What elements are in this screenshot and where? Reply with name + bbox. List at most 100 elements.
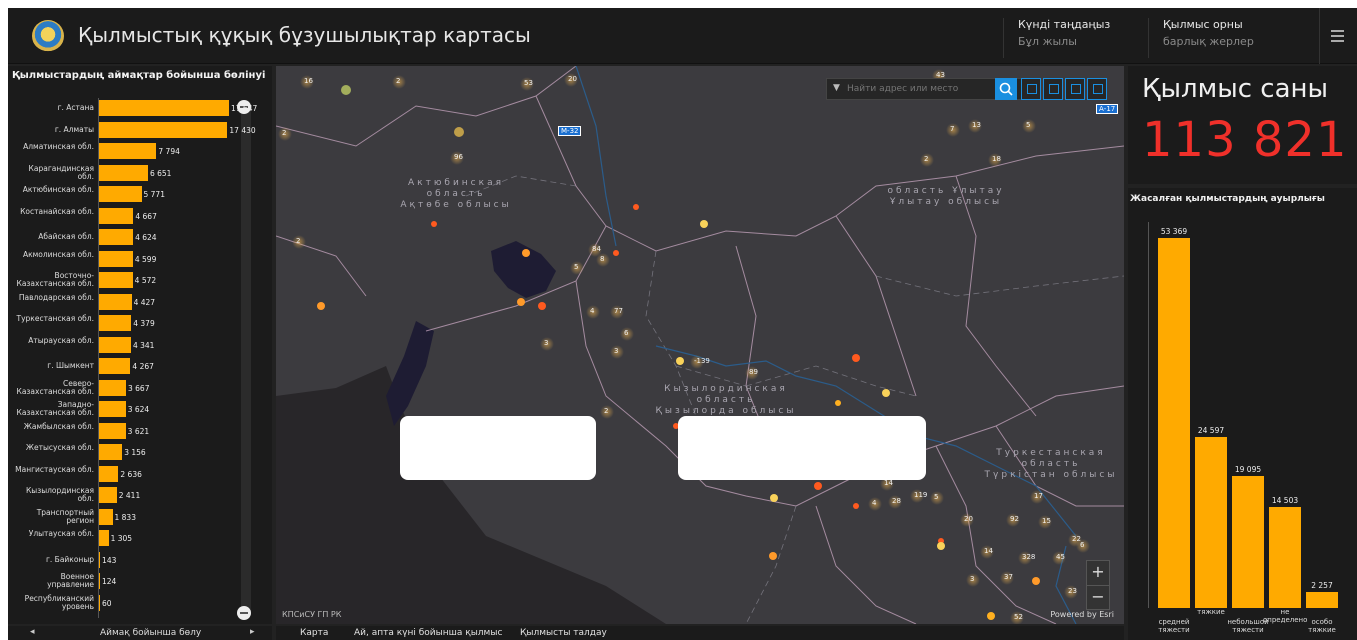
left-panel-footer: ◂ Аймақ бойынша бөлу ▸ <box>8 626 272 640</box>
cluster-count: 14 <box>984 547 993 555</box>
place-filter[interactable]: Қылмыс орны барлық жерлер <box>1148 18 1318 58</box>
region-bar-value: 4 599 <box>134 254 157 264</box>
region-bar-value: 2 636 <box>120 469 142 479</box>
header-bar: Қылмыстық құқық бұзушылықтар картасы Күн… <box>8 8 1357 64</box>
home-icon[interactable] <box>1021 78 1041 100</box>
crime-map[interactable]: Актюбинская область Ақтөбе облысы област… <box>276 66 1124 624</box>
cluster-count: 4 <box>872 499 877 507</box>
cluster-count: 84 <box>592 245 601 253</box>
region-bar-value: 3 156 <box>124 448 146 457</box>
region-bar-label: Жетысуская обл. <box>25 443 94 452</box>
cluster-count: 53 <box>524 79 533 87</box>
severity-category-label: средней тяжести <box>1158 618 1190 634</box>
zoom-in-button[interactable]: + <box>1087 561 1109 585</box>
hamburger-menu-icon[interactable] <box>1319 8 1353 64</box>
region-bar[interactable] <box>99 444 123 460</box>
region-bar[interactable] <box>99 186 142 202</box>
region-bar[interactable] <box>99 272 133 288</box>
severity-bar[interactable] <box>1195 437 1227 608</box>
cluster-count: 18 <box>992 155 1001 163</box>
region-bar[interactable] <box>99 573 100 589</box>
severity-bar[interactable] <box>1158 238 1190 608</box>
layers-icon[interactable] <box>1065 78 1085 100</box>
region-bar[interactable] <box>99 336 131 353</box>
region-bar-label: Костанайская обл. <box>20 206 94 216</box>
tab-crime-analysis[interactable]: Қылмысты талдау <box>520 628 607 638</box>
crime-count-title: Қылмыс саны <box>1142 74 1329 104</box>
region-bar[interactable] <box>99 250 133 267</box>
region-bar[interactable] <box>99 143 157 159</box>
region-bar-value: 60 <box>102 598 112 608</box>
cluster-count: 5 <box>1026 121 1031 129</box>
region-bar-label: г. Байконыр <box>45 554 94 564</box>
cluster-count: 13 <box>972 121 981 129</box>
zoom-control: + − <box>1086 560 1110 610</box>
region-bar[interactable] <box>99 121 228 138</box>
region-bar[interactable] <box>99 100 229 116</box>
region-bar[interactable] <box>99 293 132 310</box>
region-bar-label: Карагандинская обл. <box>28 163 94 181</box>
region-bar-label: Военное управление <box>47 572 94 589</box>
cluster-count: 119 <box>914 491 928 499</box>
cluster-count: 3 <box>614 347 619 355</box>
date-filter[interactable]: Күнді таңдаңыз Бұл жылы <box>1003 18 1143 58</box>
cluster-count: 328 <box>1022 553 1036 561</box>
region-bar[interactable] <box>99 164 148 181</box>
region-bar-value: 1 305 <box>110 534 133 543</box>
region-bar[interactable] <box>99 594 100 611</box>
cluster-count: 89 <box>749 368 758 376</box>
tab-map[interactable]: Карта <box>300 628 328 638</box>
region-bar-value: 1 833 <box>114 512 136 522</box>
basemap-gallery-icon[interactable] <box>1087 78 1107 100</box>
legend-list-icon[interactable] <box>1043 78 1063 100</box>
region-chart-title: Қылмыстардың аймақтар бойынша бөлінуі <box>12 70 266 81</box>
region-bar-label: Атырауская обл. <box>28 335 94 345</box>
severity-bar[interactable] <box>1232 475 1264 608</box>
region-bar[interactable] <box>99 358 131 374</box>
region-bar-value: 7 794 <box>158 147 180 156</box>
region-bar-label: г. Шымкент <box>47 361 94 370</box>
chart-scrollbar[interactable] <box>241 100 251 618</box>
search-dropdown-icon[interactable]: ▼ <box>833 83 840 93</box>
region-bar[interactable] <box>99 207 134 224</box>
region-bar[interactable] <box>99 508 113 525</box>
region-bar[interactable] <box>99 401 126 417</box>
region-bar[interactable] <box>99 551 101 568</box>
cluster-count: 2 <box>282 129 287 137</box>
region-bar-label: Туркестанская обл. <box>16 314 94 323</box>
region-bar[interactable] <box>99 530 109 546</box>
region-bar-label: Транспортный регион <box>36 507 94 525</box>
severity-bar[interactable] <box>1269 507 1301 608</box>
region-bar[interactable] <box>99 487 117 503</box>
region-label-kyzylorda: Кызылординская область Қызылорда облысы <box>655 384 797 416</box>
region-label-aktobe: Актюбинская область Ақтөбе облысы <box>400 178 512 210</box>
region-bar-value: 4 379 <box>133 319 155 328</box>
search-icon[interactable] <box>995 78 1017 100</box>
emblem-logo <box>32 20 64 52</box>
severity-bar[interactable] <box>1306 592 1338 608</box>
region-bar[interactable] <box>99 229 134 245</box>
region-distribution-panel: Қылмыстардың аймақтар бойынша бөлінуі г.… <box>8 66 272 624</box>
cluster-count: 20 <box>568 75 577 83</box>
zoom-out-button[interactable]: − <box>1087 585 1109 609</box>
severity-bar-value: 53 369 <box>1160 227 1188 236</box>
cluster-count: 3 <box>544 339 549 347</box>
region-bar-label: Западно-Казахстанская обл. <box>16 400 94 417</box>
severity-chart-title: Жасалған қылмыстардың ауырлығы <box>1130 194 1325 204</box>
place-filter-label: Қылмыс орны <box>1163 18 1243 31</box>
powered-by-esri: Powered by Esri <box>1050 610 1114 619</box>
next-arrow-icon[interactable]: ▸ <box>250 627 255 637</box>
region-bar[interactable] <box>99 465 119 482</box>
region-bar[interactable] <box>99 422 126 439</box>
scroll-handle-bottom[interactable] <box>237 606 251 620</box>
search-input[interactable] <box>847 81 997 97</box>
cluster-count: 52 <box>1014 613 1023 621</box>
region-bar-label: Жамбылская обл. <box>23 421 94 431</box>
region-bar-label: Республиканский уровень <box>24 593 94 611</box>
cluster-count: 5 <box>934 493 939 501</box>
region-bar[interactable] <box>99 315 132 331</box>
region-bar[interactable] <box>99 379 126 396</box>
cluster-count: 96 <box>454 153 463 161</box>
prev-arrow-icon[interactable]: ◂ <box>30 627 35 637</box>
tab-by-month-week-day[interactable]: Ай, апта күні бойынша қылмыс <box>354 628 502 638</box>
